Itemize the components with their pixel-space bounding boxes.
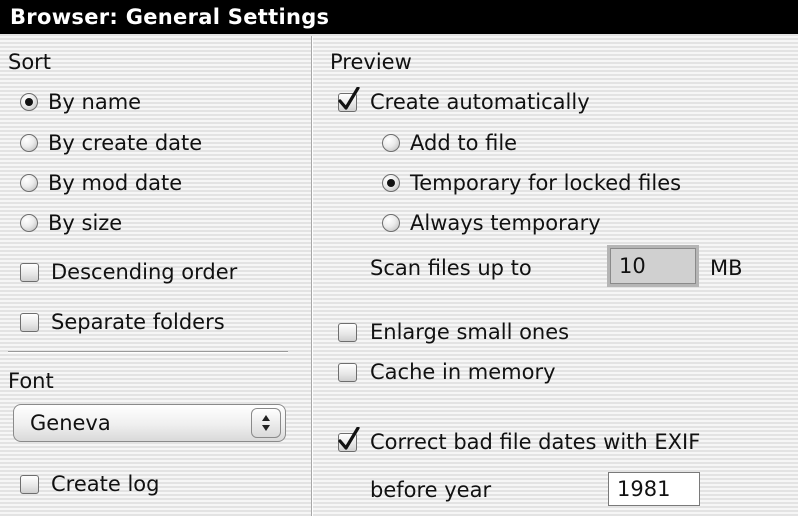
scan-unit-label: MB	[710, 256, 743, 280]
radio-button-icon[interactable]	[382, 174, 400, 192]
sort-heading: Sort	[8, 50, 52, 74]
preview-always-temporary-option[interactable]: Always temporary	[370, 209, 790, 237]
checkbox-label: Cache in memory	[370, 360, 556, 384]
before-year-label: before year	[370, 478, 492, 502]
checkbox-icon[interactable]	[20, 475, 39, 494]
checkbox-label: Separate folders	[51, 310, 225, 334]
window-title: Browser: General Settings	[0, 0, 798, 34]
checkbox-icon[interactable]	[338, 363, 357, 382]
up-down-arrows-icon[interactable]	[251, 408, 281, 438]
checkmark-icon	[338, 87, 360, 110]
font-heading: Font	[8, 369, 54, 393]
checkbox-icon[interactable]	[338, 427, 360, 452]
create-automatically-checkbox[interactable]: Create automatically	[326, 87, 786, 116]
preview-option-label: Always temporary	[410, 211, 601, 235]
sort-option-label: By mod date	[48, 171, 183, 195]
before-year-input[interactable]: 1981	[608, 472, 700, 506]
descending-order-checkbox[interactable]: Descending order	[0, 258, 300, 286]
radio-button-icon[interactable]	[20, 214, 38, 232]
sort-option-label: By name	[48, 90, 142, 114]
font-popup-value: Geneva	[30, 411, 111, 435]
checkbox-icon[interactable]	[338, 323, 357, 342]
checkbox-label: Correct bad file dates with EXIF	[370, 430, 701, 454]
checkmark-icon	[338, 427, 360, 450]
sort-option-label: By create date	[48, 131, 203, 155]
checkbox-icon[interactable]	[338, 87, 360, 112]
sort-by-size-option[interactable]: By size	[0, 209, 300, 237]
checkbox-label: Descending order	[51, 260, 238, 284]
checkbox-icon[interactable]	[20, 313, 39, 332]
radio-button-icon[interactable]	[382, 214, 400, 232]
radio-button-icon[interactable]	[382, 134, 400, 152]
sort-by-create-date-option[interactable]: By create date	[0, 129, 300, 157]
up-down-arrows-glyph	[262, 415, 270, 431]
cache-in-memory-checkbox[interactable]: Cache in memory	[326, 358, 786, 386]
preview-heading: Preview	[330, 50, 412, 74]
separate-folders-checkbox[interactable]: Separate folders	[0, 308, 300, 336]
radio-button-icon[interactable]	[20, 174, 38, 192]
correct-exif-checkbox[interactable]: Correct bad file dates with EXIF	[326, 427, 786, 456]
preview-add-to-file-option[interactable]: Add to file	[370, 129, 790, 157]
radio-button-icon[interactable]	[20, 134, 38, 152]
scan-files-label: Scan files up to	[370, 256, 532, 280]
scan-size-input[interactable]: 10	[610, 248, 696, 284]
preview-option-label: Add to file	[410, 131, 518, 155]
checkbox-label: Enlarge small ones	[370, 320, 570, 344]
sort-by-name-option[interactable]: By name	[0, 88, 300, 116]
radio-button-icon[interactable]	[20, 93, 38, 111]
checkbox-label: Create log	[51, 472, 160, 496]
preview-temporary-locked-option[interactable]: Temporary for locked files	[370, 169, 790, 197]
preview-option-label: Temporary for locked files	[410, 171, 682, 195]
sort-option-label: By size	[48, 211, 123, 235]
sort-by-mod-date-option[interactable]: By mod date	[0, 169, 300, 197]
enlarge-small-checkbox[interactable]: Enlarge small ones	[326, 318, 786, 346]
checkbox-label: Create automatically	[370, 90, 590, 114]
font-popup-menu[interactable]: Geneva	[13, 404, 286, 442]
create-log-checkbox[interactable]: Create log	[0, 470, 300, 498]
checkbox-icon[interactable]	[20, 263, 39, 282]
column-divider	[311, 36, 312, 516]
section-divider	[8, 351, 288, 352]
